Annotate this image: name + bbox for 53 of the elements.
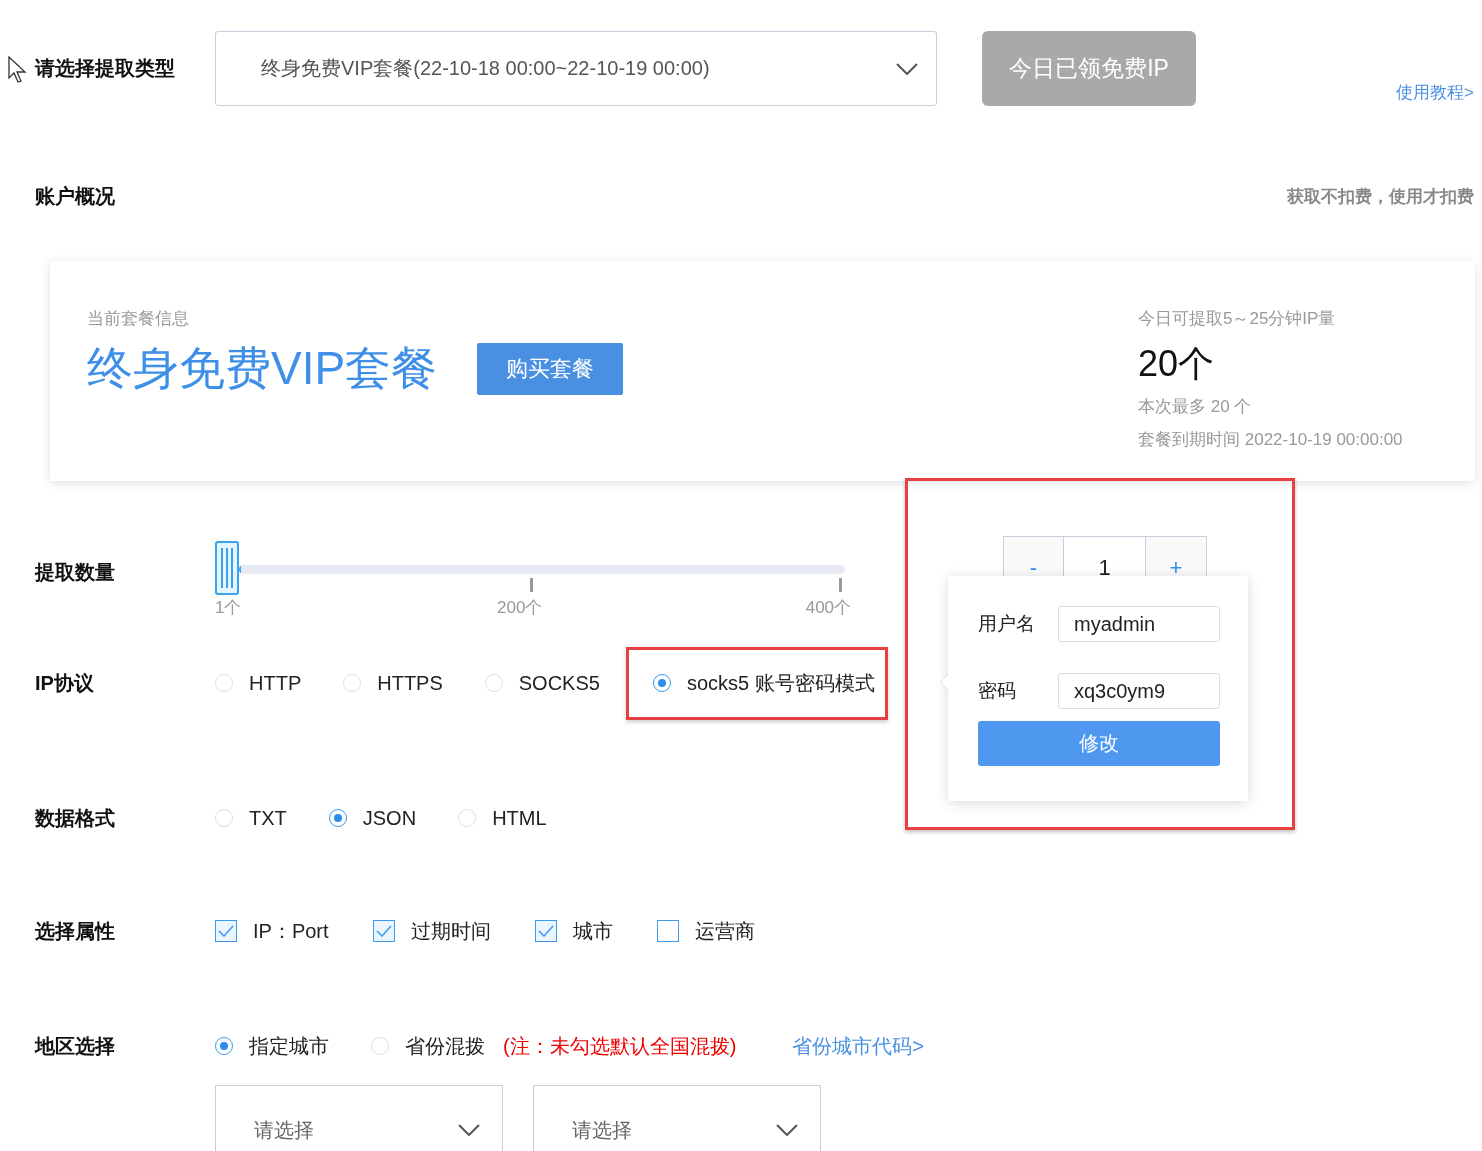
modify-button[interactable]: 修改 xyxy=(978,720,1220,766)
option-label: HTML xyxy=(492,806,547,830)
option-label: HTTP xyxy=(249,671,302,695)
option-label: SOCKS5 xyxy=(518,671,600,695)
field-label: 用户名 xyxy=(978,612,1036,636)
buy-plan-button[interactable]: 购买套餐 xyxy=(477,343,624,395)
plan-name: 终身免费VIP套餐 xyxy=(87,341,438,396)
section-title: 账户概况 xyxy=(35,183,116,209)
plan-type-select[interactable]: 终身免费VIP套餐(22-10-18 00:00~22-10-19 00:00) xyxy=(215,31,937,106)
tick-label: 200个 xyxy=(497,597,543,619)
tick-mark xyxy=(838,578,842,592)
pointer-cursor-icon xyxy=(8,56,28,84)
chevron-down-icon xyxy=(896,62,918,75)
card-caption: 当前套餐信息 xyxy=(87,308,190,330)
tick-label: 400个 xyxy=(805,597,852,619)
region-note: (注：未勾选默认全国混拨) xyxy=(503,1033,737,1059)
option-label: 省份混拨 xyxy=(405,1033,485,1059)
expiry-text: 套餐到期时间 2022-10-19 00:00:00 xyxy=(1138,429,1404,451)
option-label: HTTPS xyxy=(377,671,443,695)
input-field[interactable]: myadmin xyxy=(1058,606,1220,642)
billing-note: 获取不扣费，使用才扣费 xyxy=(1287,185,1474,208)
region-select[interactable]: 请选择 xyxy=(215,1085,503,1151)
option-label: 指定城市 xyxy=(249,1033,329,1059)
city-code-link[interactable]: 省份城市代码> xyxy=(792,1032,924,1060)
field-label: 请选择提取类型 xyxy=(35,56,176,81)
slider-handle[interactable] xyxy=(215,541,239,595)
field-label: 密码 xyxy=(978,679,1017,703)
option-label: TXT xyxy=(249,806,287,830)
option-label: 运营商 xyxy=(694,918,755,944)
checkbox[interactable] xyxy=(215,920,237,942)
tick-label: 1个 xyxy=(215,597,242,619)
checkbox[interactable] xyxy=(656,920,679,942)
option-label: socks5 账号密码模式 xyxy=(686,670,875,696)
quota-value: 20个 xyxy=(1138,342,1216,386)
option-label: 城市 xyxy=(572,918,613,944)
option-label: JSON xyxy=(362,806,417,830)
checkbox[interactable] xyxy=(534,920,557,942)
input-field[interactable]: xq3c0ym9 xyxy=(1058,673,1220,709)
field-label: 数据格式 xyxy=(35,805,116,831)
quota-caption: 今日可提取5～25分钟IP量 xyxy=(1138,308,1337,330)
option-label: 过期时间 xyxy=(410,918,491,944)
checkbox[interactable] xyxy=(372,920,395,942)
field-label: IP协议 xyxy=(35,670,95,696)
field-label: 地区选择 xyxy=(35,1033,116,1059)
option-label: IP：Port xyxy=(253,918,329,944)
tick-mark xyxy=(530,578,533,592)
field-label: 选择属性 xyxy=(35,918,116,944)
max-note: 本次最多 20 个 xyxy=(1138,396,1253,418)
chevron-down-icon xyxy=(458,1124,480,1136)
tutorial-link[interactable]: 使用教程> xyxy=(1396,81,1474,104)
region-select[interactable]: 请选择 xyxy=(533,1085,821,1151)
chevron-down-icon xyxy=(776,1124,798,1136)
field-label: 提取数量 xyxy=(35,560,116,585)
